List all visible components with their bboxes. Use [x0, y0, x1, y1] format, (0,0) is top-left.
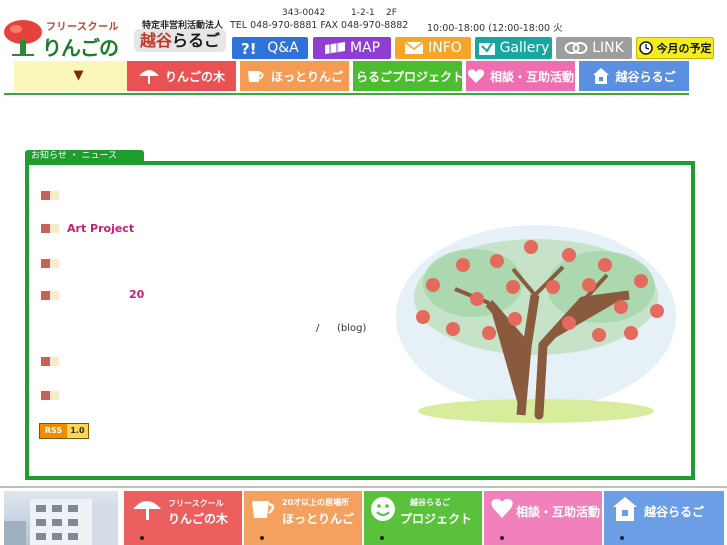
rss-label: RSS	[40, 424, 67, 438]
news-item[interactable]	[41, 189, 67, 201]
map-icon	[324, 42, 345, 54]
footer-card-hotto-sub: 20才以上の居場所	[282, 498, 350, 507]
news-bullet-icon	[41, 190, 59, 200]
monthly-schedule-label: 今月の予定	[656, 42, 712, 55]
news-bullet-icon	[41, 290, 59, 300]
gallery-button-label: Gallery	[499, 40, 550, 56]
street-address: 1-2-1	[351, 8, 375, 18]
umbrella-tree-icon	[133, 501, 161, 520]
footer-card-koshigaya-title: 越谷らるご	[644, 505, 705, 519]
cup-icon	[252, 501, 275, 518]
footer-card-bullet	[380, 536, 384, 540]
footer-divider	[0, 486, 727, 488]
nav-item-soudan[interactable]: 相談・互助活動	[466, 61, 577, 91]
info-button[interactable]: INFO	[395, 37, 471, 59]
info-button-label: INFO	[428, 40, 462, 56]
rss-feed-button[interactable]: RSS 1.0	[39, 423, 89, 439]
clock-icon	[638, 41, 653, 55]
heart-icon	[467, 69, 485, 83]
news-separator: /	[316, 323, 320, 334]
building-photo	[4, 491, 118, 545]
news-item[interactable]	[41, 289, 67, 301]
building-icon	[613, 497, 637, 521]
footer-card-bullet	[140, 536, 144, 540]
news-item[interactable]	[41, 355, 67, 367]
qa-button[interactable]: ?! Q&A	[232, 37, 308, 59]
footer-card-bullet	[260, 536, 264, 540]
building-icon	[593, 68, 610, 84]
nav-item-ringo-label: りんごの木	[164, 69, 225, 84]
apple-tree-illustration	[396, 225, 676, 423]
nav-item-koshigaya-label: 越谷らるご	[615, 69, 676, 84]
npo-name-koshigaya: 越谷	[139, 31, 172, 50]
blog-link[interactable]: (blog)	[337, 323, 366, 334]
apple-tree-logo-icon	[4, 20, 42, 56]
smiley-icon	[371, 497, 395, 521]
news-bullet-icon	[41, 356, 59, 366]
news-item[interactable]: Art Project	[41, 222, 134, 235]
umbrella-tree-icon	[138, 70, 159, 84]
nav-item-hotto[interactable]: ほっとりんご	[240, 61, 351, 91]
rss-version: 1.0	[67, 424, 88, 438]
chain-link-icon	[564, 42, 588, 54]
logo-subtitle: フリースクール	[46, 22, 119, 33]
map-button-label: MAP	[349, 40, 381, 56]
footer-card-larugo-sub: 越谷らるご	[410, 498, 450, 507]
nav-toggle-arrow[interactable]: ▼	[14, 61, 127, 91]
news-bullet-icon	[41, 223, 59, 233]
footer-card-ringo-sub: フリースクール	[168, 499, 224, 508]
footer-card-larugo-title: プロジェクト	[400, 512, 473, 526]
npo-name: 越谷らるご	[134, 29, 226, 52]
npo-logo[interactable]: 特定非営利活動法人 越谷らるご	[134, 18, 226, 56]
news-item[interactable]	[41, 257, 67, 269]
main-nav: ▼ りんごの木 ほっとりんご らるごプロジェクト 相談・互助活動 越谷らるご	[14, 61, 689, 91]
footer-card-koshigaya[interactable]: 越谷らるご	[604, 491, 724, 545]
envelope-icon	[404, 41, 424, 54]
footer-card-hotto[interactable]: 20才以上の居場所 ほっとりんご	[244, 491, 362, 545]
gallery-button[interactable]: Gallery	[475, 37, 552, 59]
footer-card-bullet	[620, 536, 624, 540]
floor-number: 2F	[386, 8, 397, 18]
footer-card-hotto-title: ほっとりんご	[282, 512, 355, 526]
map-button[interactable]: MAP	[313, 37, 391, 59]
svg-text:?!: ?!	[241, 40, 257, 56]
footer-card-soudan-title: 相談・互助活動	[516, 505, 601, 519]
nav-item-koshigaya[interactable]: 越谷らるご	[579, 61, 689, 91]
footer-card-soudan[interactable]: 相談・互助活動	[484, 491, 602, 545]
news-panel: Art Project 20 / (blog) RSS 1.0	[25, 161, 695, 480]
news-item[interactable]	[41, 389, 67, 401]
footer-card-bullet	[500, 536, 504, 540]
contact-phone-fax: TEL 048-970-8881 FAX 048-970-8882	[230, 20, 409, 31]
link-button[interactable]: LINK	[556, 37, 632, 59]
nav-item-ringo[interactable]: りんごの木	[127, 61, 238, 91]
question-mark-icon: ?!	[241, 40, 257, 56]
news-bullet-icon	[41, 258, 59, 268]
nav-item-larugo[interactable]: らるごプロジェクト	[353, 61, 464, 91]
monthly-schedule-button[interactable]: 今月の予定	[636, 37, 714, 59]
news-item-art-project[interactable]: Art Project	[67, 222, 134, 235]
nav-item-hotto-label: ほっとりんご	[270, 69, 343, 84]
opening-hours: 10:00-18:00 (12:00-18:00 火	[427, 23, 563, 34]
gallery-icon	[478, 42, 495, 55]
link-button-label: LINK	[592, 40, 624, 56]
postal-code: 343-0042	[282, 8, 326, 18]
qa-button-label: Q&A	[267, 40, 299, 56]
footer-card-ringo[interactable]: フリースクール りんごの木	[124, 491, 242, 545]
footer-card-larugo[interactable]: 越谷らるご プロジェクト	[364, 491, 482, 545]
news-bullet-icon	[41, 390, 59, 400]
site-logo[interactable]: フリースクール りんごの木	[2, 14, 130, 89]
footer-card-ringo-title: りんごの木	[168, 512, 229, 526]
nav-item-soudan-label: 相談・互助活動	[489, 69, 574, 84]
npo-name-larugo: らるご	[172, 31, 221, 50]
cup-icon	[247, 71, 264, 82]
heart-icon	[491, 498, 513, 518]
news-item-number[interactable]: 20	[129, 288, 144, 301]
nav-item-larugo-label: らるごプロジェクト	[356, 69, 465, 84]
building-photo-image	[4, 499, 118, 545]
nav-divider	[4, 93, 689, 95]
